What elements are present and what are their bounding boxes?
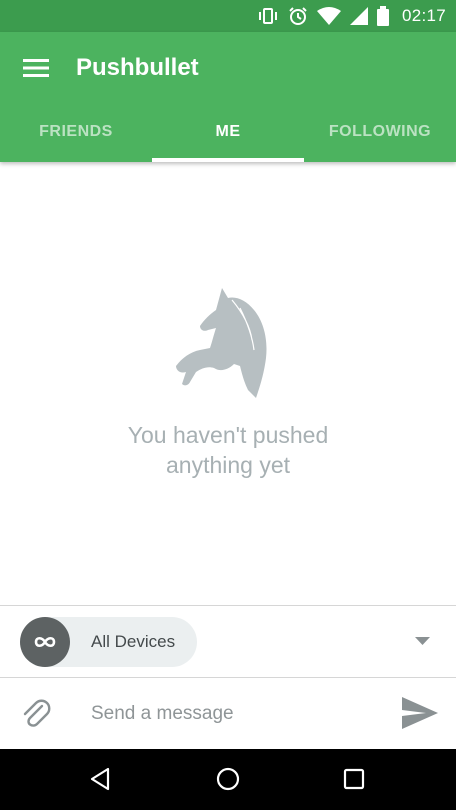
system-nav-bar bbox=[0, 749, 456, 810]
unicorn-icon bbox=[176, 288, 267, 398]
infinity-icon bbox=[34, 636, 56, 648]
attachment-icon[interactable] bbox=[18, 696, 52, 730]
alarm-icon bbox=[289, 7, 307, 25]
home-button[interactable] bbox=[213, 764, 243, 794]
back-icon bbox=[90, 767, 110, 791]
empty-state-line-1: You haven't pushed bbox=[127, 422, 329, 448]
back-button[interactable] bbox=[85, 764, 115, 794]
message-composer bbox=[0, 678, 456, 749]
app-bar: Pushbullet FRIENDS ME FOLLOWING bbox=[0, 32, 456, 162]
device-chip[interactable]: All Devices bbox=[20, 617, 197, 667]
battery-icon bbox=[376, 6, 389, 26]
status-bar: 02:17 bbox=[0, 0, 456, 32]
empty-state-line-2: anything yet bbox=[165, 452, 291, 478]
device-avatar bbox=[20, 617, 70, 667]
dropdown-arrow-icon[interactable] bbox=[415, 637, 430, 645]
tab-bar: FRIENDS ME FOLLOWING bbox=[0, 104, 456, 162]
recents-icon bbox=[343, 768, 365, 790]
recents-button[interactable] bbox=[339, 764, 369, 794]
cell-signal-icon bbox=[349, 7, 368, 25]
empty-state-message: You haven't pushed anything yet bbox=[0, 420, 456, 480]
vibrate-icon bbox=[258, 8, 277, 24]
hamburger-menu-icon bbox=[23, 59, 49, 77]
send-icon[interactable] bbox=[400, 695, 440, 731]
empty-state: You haven't pushed anything yet bbox=[0, 162, 456, 606]
tab-following[interactable]: FOLLOWING bbox=[304, 104, 456, 162]
home-icon bbox=[216, 767, 240, 791]
status-time: 02:17 bbox=[401, 6, 446, 25]
toolbar: Pushbullet bbox=[0, 32, 456, 104]
wifi-icon bbox=[316, 7, 341, 25]
app-title: Pushbullet bbox=[76, 54, 199, 81]
menu-button[interactable] bbox=[0, 32, 72, 104]
device-selector[interactable]: All Devices bbox=[0, 605, 456, 678]
tab-friends[interactable]: FRIENDS bbox=[0, 104, 152, 162]
tab-me[interactable]: ME bbox=[152, 104, 304, 162]
device-label: All Devices bbox=[91, 632, 176, 651]
message-input[interactable] bbox=[91, 696, 381, 732]
